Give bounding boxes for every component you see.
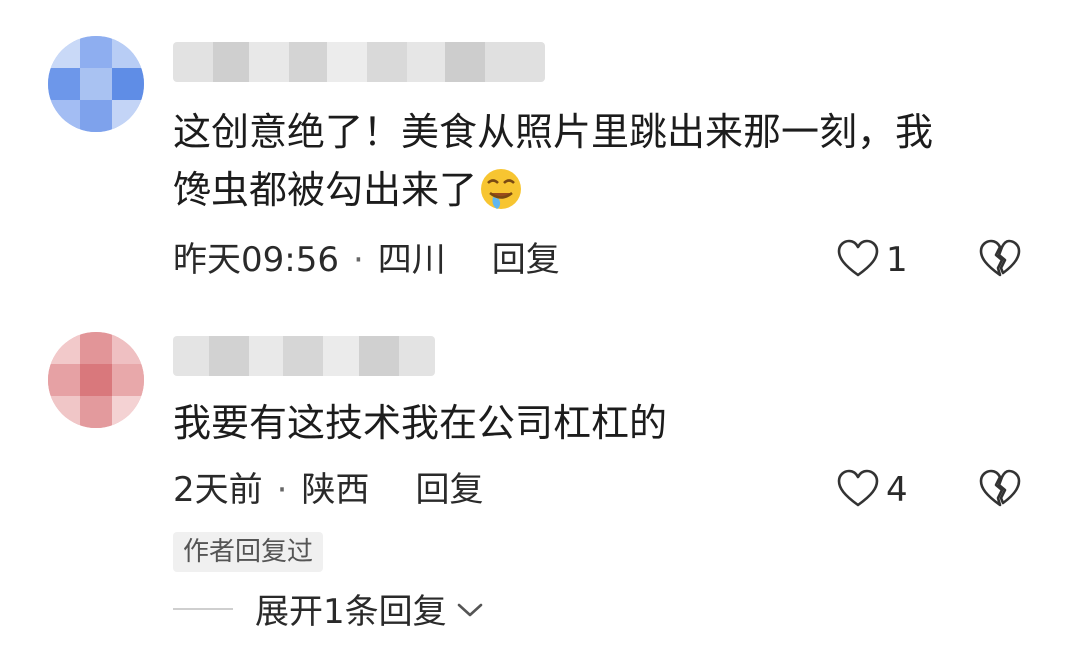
- comment-text: 这创意绝了！美食从照片里跳出来那一刻，我 馋虫都被勾出来了: [173, 103, 933, 227]
- reply-button[interactable]: 回复: [415, 470, 483, 510]
- heart-outline-icon: [836, 468, 880, 512]
- separator-dot: ·: [276, 470, 288, 510]
- timestamp: 2天前: [173, 470, 263, 510]
- comment-text-line1: 这创意绝了！美食从照片里跳出来那一刻，我: [173, 110, 934, 154]
- chevron-down-icon: [455, 589, 485, 629]
- author-replied-badge: 作者回复过: [173, 532, 324, 572]
- comment-meta: 昨天09:56 · 四川 回复: [173, 240, 560, 280]
- expand-divider-line: [173, 607, 233, 610]
- dislike-button[interactable]: [978, 468, 1022, 512]
- like-button[interactable]: 4: [836, 468, 908, 512]
- username-blurred[interactable]: [173, 336, 435, 376]
- comment-text: 我要有这技术我在公司杠杠的: [173, 401, 668, 445]
- comment-meta: 2天前 · 陕西 回复: [173, 470, 483, 510]
- broken-heart-icon: [978, 468, 1022, 512]
- avatar[interactable]: [48, 36, 144, 132]
- location: 四川: [377, 240, 446, 280]
- drooling-face-emoji-icon: [479, 167, 523, 227]
- timestamp: 昨天09:56: [173, 240, 339, 280]
- expand-replies-label: 展开1条回复: [255, 592, 447, 632]
- expand-replies-button[interactable]: 展开1条回复: [173, 584, 485, 633]
- separator-dot: ·: [352, 240, 364, 280]
- reply-button[interactable]: 回复: [492, 240, 560, 280]
- username-blurred[interactable]: [173, 42, 545, 82]
- dislike-button[interactable]: [978, 238, 1022, 282]
- broken-heart-icon: [978, 238, 1022, 282]
- location: 陕西: [301, 470, 370, 510]
- heart-outline-icon: [836, 238, 880, 282]
- like-count: 4: [886, 470, 908, 510]
- comment-text-line2: 馋虫都被勾出来了: [173, 168, 478, 212]
- like-count: 1: [886, 240, 908, 280]
- avatar[interactable]: [48, 332, 144, 428]
- like-button[interactable]: 1: [836, 238, 908, 282]
